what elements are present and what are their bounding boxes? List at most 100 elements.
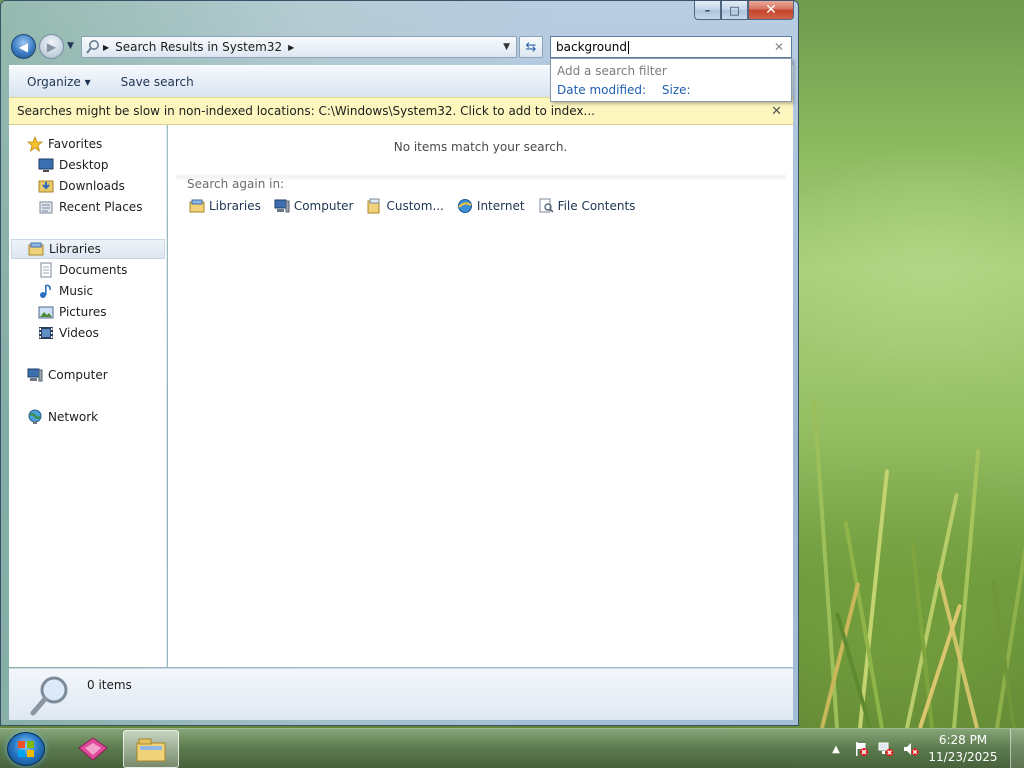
nav-libraries-label: Libraries bbox=[49, 242, 101, 256]
nav-computer[interactable]: Computer bbox=[27, 365, 108, 385]
item-count: 0 items bbox=[87, 678, 132, 692]
breadcrumb-chevron-icon[interactable]: ▶ bbox=[286, 43, 296, 52]
clock-date: 11/23/2025 bbox=[928, 750, 998, 764]
organize-button[interactable]: Organize ▾ bbox=[27, 75, 91, 89]
nav-music-label: Music bbox=[59, 284, 94, 298]
search-again-computer-label: Computer bbox=[293, 199, 354, 213]
file-list[interactable]: No items match your search. Search again… bbox=[168, 125, 793, 667]
search-again-internet-label: Internet bbox=[476, 199, 525, 213]
info-bar-text[interactable]: Searches might be slow in non-indexed lo… bbox=[17, 104, 595, 118]
refresh-icon: ⇆ bbox=[525, 39, 537, 55]
save-search-button[interactable]: Save search bbox=[121, 75, 194, 89]
back-arrow-icon: ◀ bbox=[18, 39, 29, 54]
desktop-icon bbox=[38, 157, 54, 173]
taskbar-pinned-app[interactable] bbox=[65, 730, 121, 768]
explorer-folder-icon bbox=[136, 738, 166, 762]
search-again-label: Search again in: bbox=[187, 177, 285, 191]
search-filter-heading: Add a search filter bbox=[557, 64, 667, 78]
nav-network-label: Network bbox=[48, 410, 99, 424]
volume-muted-icon[interactable] bbox=[903, 741, 919, 757]
action-center-flag-icon[interactable] bbox=[853, 741, 869, 757]
text-caret bbox=[627, 40, 629, 54]
breadcrumb-chevron-icon[interactable]: ▶ bbox=[101, 43, 111, 52]
close-infobar-icon[interactable]: ✕ bbox=[771, 104, 782, 119]
star-icon bbox=[26, 135, 44, 152]
empty-results-message: No items match your search. bbox=[393, 140, 568, 154]
computer-icon bbox=[274, 198, 290, 214]
search-again-file-contents-label: File Contents bbox=[557, 199, 636, 213]
navigation-pane: Favorites Desktop Downloads Recent Place… bbox=[9, 125, 167, 667]
magnifier-icon bbox=[27, 673, 73, 722]
search-again-libraries[interactable]: Libraries bbox=[189, 198, 261, 214]
search-filter-popup: Add a search filter Date modified: Size: bbox=[550, 58, 792, 102]
libraries-icon bbox=[189, 198, 205, 214]
search-input[interactable]: background ✕ bbox=[550, 36, 792, 58]
music-note-icon bbox=[38, 283, 54, 299]
network-icon bbox=[27, 409, 43, 425]
pinned-app-icon bbox=[78, 737, 108, 761]
search-again-custom[interactable]: Custom... bbox=[366, 198, 444, 214]
nav-downloads-label: Downloads bbox=[59, 179, 125, 193]
minimize-button[interactable]: – bbox=[694, 1, 721, 20]
videos-icon bbox=[38, 325, 54, 341]
search-again-internet[interactable]: Internet bbox=[457, 198, 525, 214]
clear-search-icon[interactable]: ✕ bbox=[774, 40, 791, 54]
details-pane: 0 items bbox=[9, 668, 793, 720]
documents-icon bbox=[38, 262, 54, 278]
explorer-window: – □ ✕ ◀ ▶ ▼ ▶ Search Results in System32… bbox=[0, 0, 799, 726]
nav-computer-label: Computer bbox=[48, 368, 108, 382]
caption-buttons: – □ ✕ bbox=[694, 1, 794, 20]
search-icon bbox=[85, 39, 101, 55]
forward-arrow-icon: ▶ bbox=[46, 39, 57, 54]
windows-logo-icon bbox=[18, 741, 34, 757]
nav-libraries[interactable]: Libraries bbox=[11, 239, 165, 259]
nav-favorites[interactable]: Favorites bbox=[26, 134, 102, 154]
nav-recent-places-label: Recent Places bbox=[59, 200, 143, 214]
nav-documents-label: Documents bbox=[59, 263, 128, 277]
nav-videos[interactable]: Videos bbox=[38, 323, 99, 343]
maximize-button[interactable]: □ bbox=[721, 1, 748, 20]
start-button[interactable] bbox=[7, 732, 45, 766]
nav-pictures[interactable]: Pictures bbox=[38, 302, 107, 322]
system-clock[interactable]: 6:28 PM 11/23/2025 bbox=[928, 732, 998, 766]
nav-recent-places[interactable]: Recent Places bbox=[38, 197, 142, 217]
internet-explorer-icon bbox=[457, 198, 473, 214]
nav-desktop-label: Desktop bbox=[59, 158, 109, 172]
address-bar[interactable]: ▶ Search Results in System32 ▶ ▼ bbox=[81, 36, 517, 58]
address-dropdown-icon[interactable]: ▼ bbox=[497, 42, 516, 52]
nav-music[interactable]: Music bbox=[38, 281, 93, 301]
search-input-value: background bbox=[556, 40, 627, 54]
show-hidden-icons-button[interactable]: ▲ bbox=[828, 741, 844, 757]
refresh-button[interactable]: ⇆ bbox=[519, 36, 543, 58]
nav-documents[interactable]: Documents bbox=[38, 260, 127, 280]
search-again-targets: Libraries Computer Custom... Internet Fi… bbox=[189, 198, 635, 214]
computer-icon bbox=[27, 367, 43, 383]
back-button[interactable]: ◀ bbox=[11, 34, 36, 59]
close-button[interactable]: ✕ bbox=[748, 1, 794, 20]
breadcrumb-search-results[interactable]: Search Results in System32 bbox=[111, 40, 286, 54]
filter-size[interactable]: Size: bbox=[662, 83, 691, 97]
downloads-folder-icon bbox=[38, 178, 54, 194]
libraries-icon bbox=[28, 241, 44, 257]
clock-time: 6:28 PM bbox=[938, 733, 988, 747]
pictures-icon bbox=[38, 304, 54, 320]
nav-videos-label: Videos bbox=[59, 326, 99, 340]
file-contents-search-icon bbox=[538, 198, 554, 214]
search-again-file-contents[interactable]: File Contents bbox=[538, 198, 636, 214]
nav-network[interactable]: Network bbox=[27, 407, 98, 427]
forward-button[interactable]: ▶ bbox=[39, 34, 64, 59]
taskbar-windows-explorer[interactable] bbox=[123, 730, 179, 768]
search-again-libraries-label: Libraries bbox=[209, 199, 261, 213]
nav-desktop[interactable]: Desktop bbox=[38, 155, 109, 175]
search-again-custom-label: Custom... bbox=[386, 199, 444, 213]
custom-folder-icon bbox=[366, 198, 382, 214]
show-desktop-button[interactable] bbox=[1010, 729, 1024, 768]
network-status-icon[interactable] bbox=[878, 741, 894, 757]
search-again-computer[interactable]: Computer bbox=[274, 198, 354, 214]
taskbar: ▲ 6:28 PM 11/23/2025 bbox=[0, 728, 1024, 768]
filter-date-modified[interactable]: Date modified: bbox=[557, 83, 646, 97]
recent-pages-dropdown[interactable]: ▼ bbox=[67, 41, 74, 51]
nav-downloads[interactable]: Downloads bbox=[38, 176, 125, 196]
recent-places-icon bbox=[38, 199, 54, 215]
nav-pictures-label: Pictures bbox=[59, 305, 107, 319]
